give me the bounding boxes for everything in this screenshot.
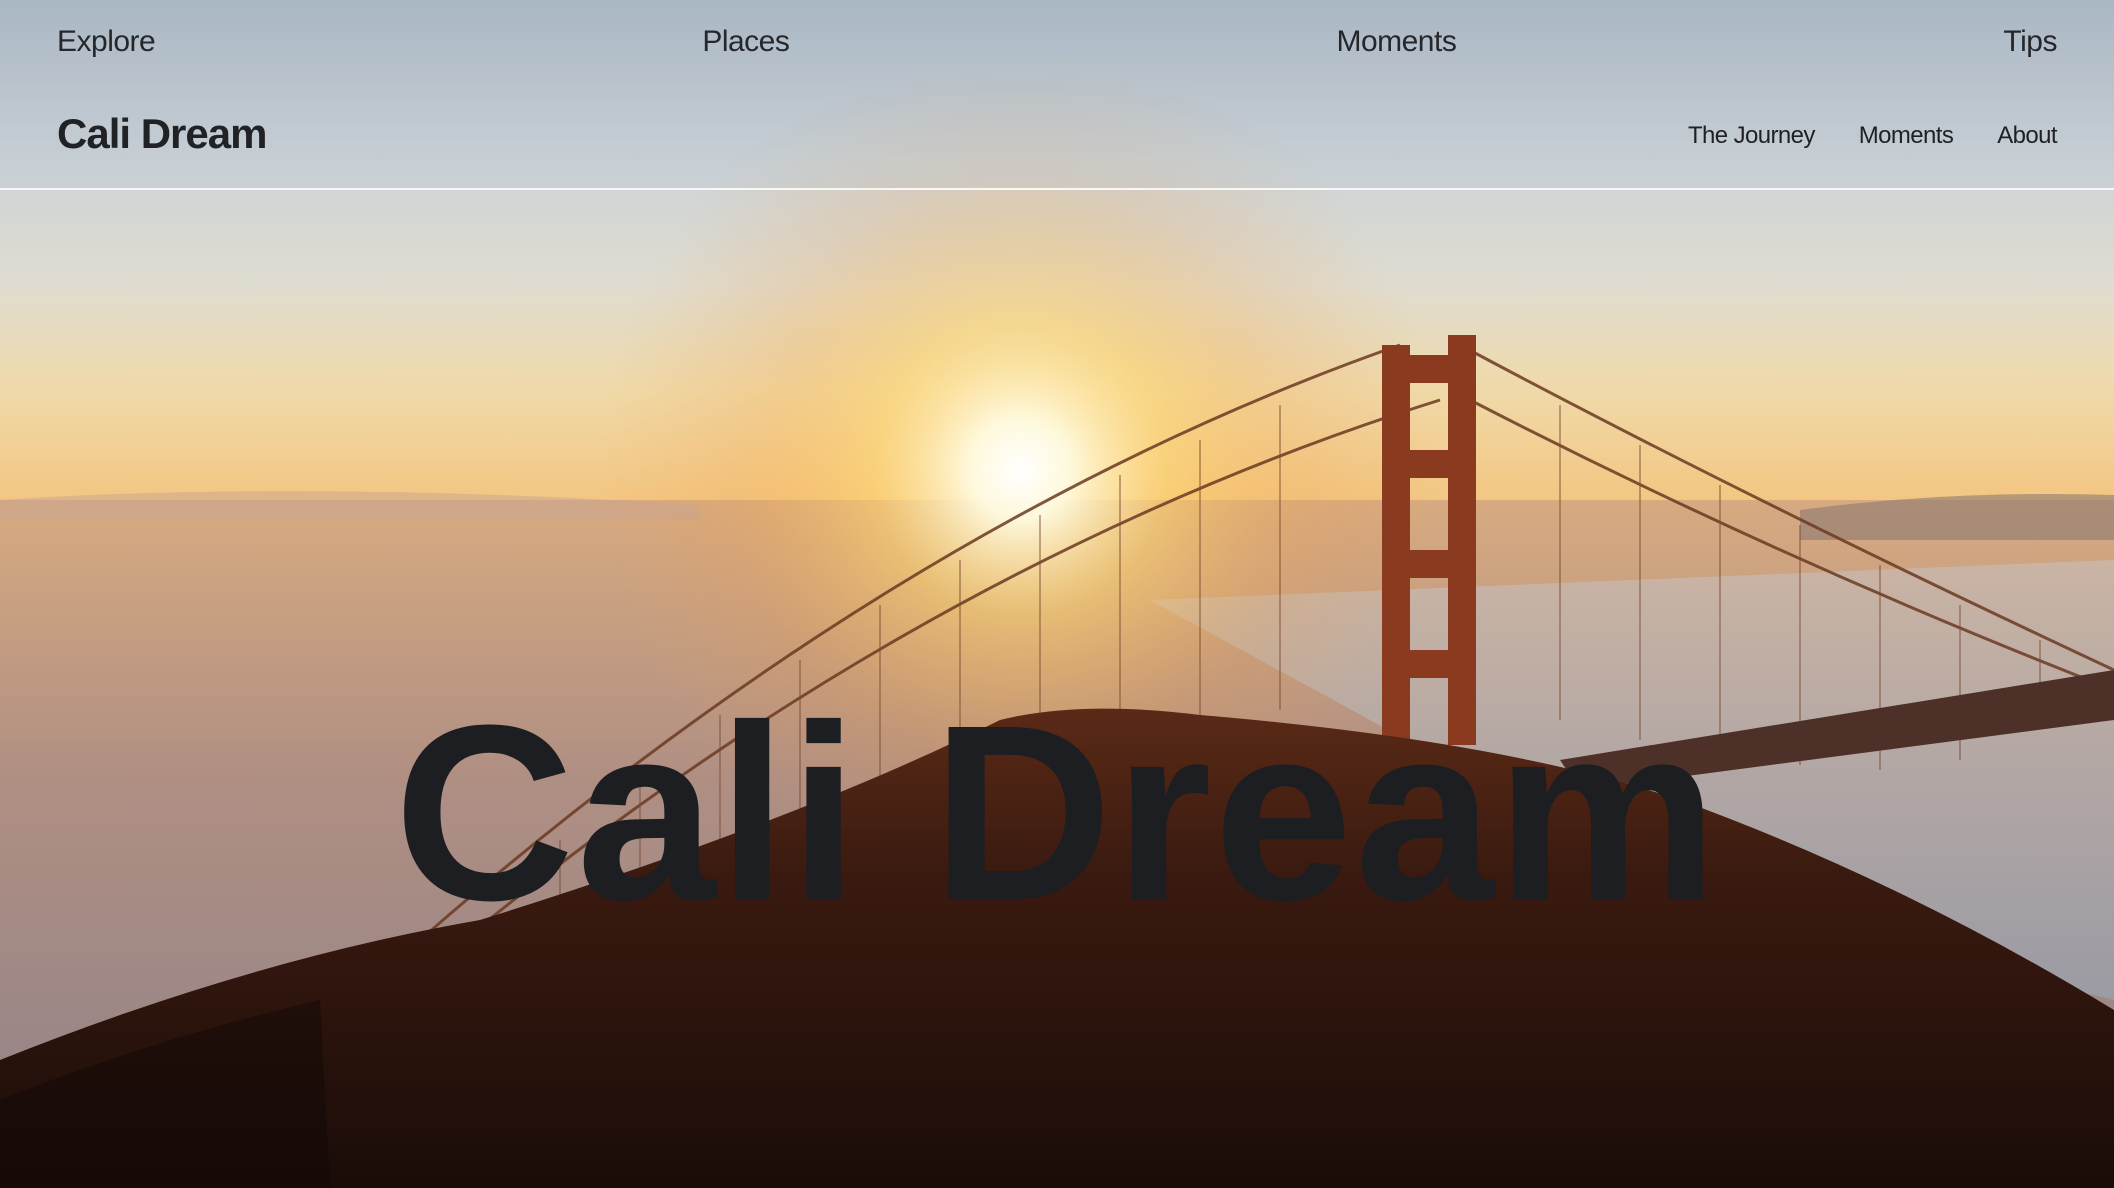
top-nav-explore[interactable]: Explore [57,25,156,59]
page: Explore Places Moments Tips Cali Dream T… [0,0,2114,1188]
top-nav-moments[interactable]: Moments [1336,25,1456,59]
top-navigation: Explore Places Moments Tips [57,18,2057,66]
header-navigation: The Journey Moments About [1688,122,2058,150]
top-nav-tips[interactable]: Tips [2003,25,2057,59]
top-nav-places[interactable]: Places [702,25,790,59]
header-nav-moments[interactable]: Moments [1859,122,1954,150]
site-header: Cali Dream The Journey Moments About [0,90,2114,190]
header-nav-the-journey[interactable]: The Journey [1688,122,1815,150]
hero-title: Cali Dream [393,672,1721,952]
header-nav-about[interactable]: About [1997,122,2057,150]
brand-logo-text[interactable]: Cali Dream [57,110,267,158]
